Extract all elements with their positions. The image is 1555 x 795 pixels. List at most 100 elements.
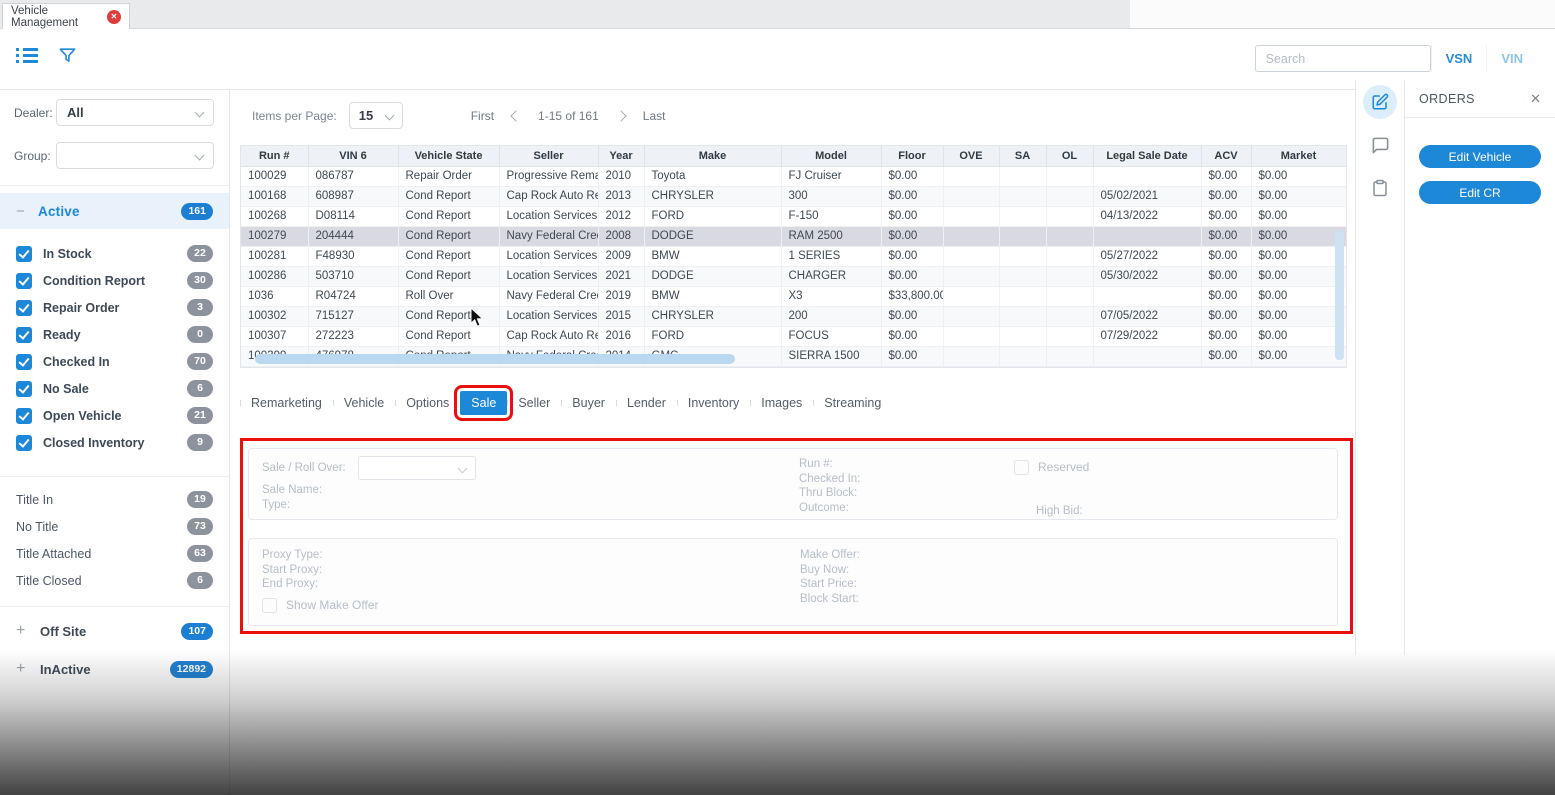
first-page-button[interactable]: First <box>471 109 494 123</box>
sidebar-filter-item[interactable]: Ready 0 <box>0 321 229 348</box>
sidebar-title-item[interactable]: Title In 19 <box>0 486 229 513</box>
horizontal-scrollbar[interactable] <box>255 354 735 364</box>
sidebar-title-item[interactable]: No Title 73 <box>0 513 229 540</box>
table-cell: $0.00 <box>881 226 943 246</box>
sidebar-filter-item[interactable]: Closed Inventory 9 <box>0 429 229 456</box>
show-make-offer-checkbox[interactable] <box>262 598 277 613</box>
table-cell: $0.00 <box>1201 346 1251 366</box>
detail-tab[interactable]: Remarketing <box>240 391 333 415</box>
detail-tab[interactable]: Images <box>750 391 813 415</box>
sidebar-filter-item[interactable]: Condition Report 30 <box>0 267 229 294</box>
checkbox[interactable] <box>16 435 32 451</box>
prev-page-icon[interactable] <box>510 110 521 121</box>
column-header[interactable]: OVE <box>943 146 999 166</box>
detail-tab[interactable]: Inventory <box>677 391 750 415</box>
checkbox[interactable] <box>16 381 32 397</box>
detail-tab[interactable]: Buyer <box>561 391 616 415</box>
table-row[interactable]: 1036R04724Roll OverNavy Federal Credi...… <box>241 286 1346 306</box>
reserved-checkbox[interactable] <box>1014 460 1029 475</box>
table-row[interactable]: 100286503710Cond ReportLocation Services… <box>241 266 1346 286</box>
block-start-label: Block Start: <box>800 592 860 607</box>
list-view-icon[interactable] <box>16 47 38 69</box>
checkbox[interactable] <box>16 354 32 370</box>
table-cell: 05/02/2021 <box>1093 186 1201 206</box>
column-header[interactable]: Year <box>598 146 644 166</box>
column-header[interactable]: Run # <box>241 146 308 166</box>
table-row[interactable]: 100307272223Cond ReportCap Rock Auto Re.… <box>241 326 1346 346</box>
detail-tab[interactable]: Streaming <box>813 391 892 415</box>
checkbox[interactable] <box>16 300 32 316</box>
checkbox[interactable] <box>16 408 32 424</box>
items-per-page-select[interactable]: 15 <box>349 102 403 129</box>
column-header[interactable]: SA <box>999 146 1046 166</box>
expand-plus-icon[interactable]: + <box>16 622 40 640</box>
vin-button[interactable]: VIN <box>1486 45 1537 72</box>
table-row[interactable]: 100268D08114Cond ReportLocation Services… <box>241 206 1346 226</box>
column-header[interactable]: Market <box>1251 146 1346 166</box>
vertical-scrollbar[interactable] <box>1335 230 1344 360</box>
close-icon[interactable]: ✕ <box>1530 91 1541 107</box>
table-row[interactable]: 100279204444Cond ReportNavy Federal Cred… <box>241 226 1346 246</box>
detail-tab[interactable]: Vehicle <box>333 391 395 415</box>
chevron-down-icon <box>195 151 205 161</box>
column-header[interactable]: Legal Sale Date <box>1093 146 1201 166</box>
sidebar-title-item[interactable]: Title Attached 63 <box>0 540 229 567</box>
table-row[interactable]: 100302715127Cond ReportLocation Services… <box>241 306 1346 326</box>
table-row[interactable]: 100029086787Repair OrderProgressive Rema… <box>241 166 1346 186</box>
edit-icon[interactable] <box>1363 85 1397 119</box>
next-page-icon[interactable] <box>615 110 626 121</box>
checkbox[interactable] <box>16 246 32 262</box>
filter-icon[interactable] <box>58 46 77 70</box>
detail-tab[interactable]: Sale <box>460 391 507 415</box>
sidebar-filter-item[interactable]: In Stock 22 <box>0 240 229 267</box>
column-header[interactable]: ACV <box>1201 146 1251 166</box>
outcome-label: Outcome: <box>799 501 860 516</box>
clipboard-icon[interactable] <box>1363 171 1397 205</box>
edit-cr-button[interactable]: Edit CR <box>1419 181 1541 204</box>
last-page-button[interactable]: Last <box>643 109 666 123</box>
sidebar-title-item[interactable]: Title Closed 6 <box>0 567 229 594</box>
search-input[interactable] <box>1255 45 1431 72</box>
sidebar-filter-item[interactable]: Checked In 70 <box>0 348 229 375</box>
column-header[interactable]: Make <box>644 146 781 166</box>
make-offer-label: Make Offer: <box>800 548 860 563</box>
app-tab[interactable]: Vehicle Management ✕ <box>2 3 130 29</box>
expand-plus-icon[interactable]: + <box>16 660 40 678</box>
sale-roll-over-select[interactable] <box>358 456 476 480</box>
sidebar-filter-item[interactable]: Repair Order 3 <box>0 294 229 321</box>
table-row[interactable]: 100281F48930Cond ReportLocation Services… <box>241 246 1346 266</box>
column-header[interactable]: Seller <box>499 146 598 166</box>
count-badge: 3 <box>187 299 213 316</box>
column-header[interactable]: Vehicle State <box>398 146 499 166</box>
end-proxy-label: End Proxy: <box>262 577 378 592</box>
table-cell: Cond Report <box>398 306 499 326</box>
column-header[interactable]: OL <box>1046 146 1093 166</box>
column-header[interactable]: Floor <box>881 146 943 166</box>
table-cell: $0.00 <box>1251 266 1346 286</box>
active-section-label: Active <box>38 204 80 219</box>
table-cell: DODGE <box>644 226 781 246</box>
sidebar-section-active[interactable]: − Active 161 <box>0 193 229 229</box>
dealer-select[interactable]: All <box>56 99 214 126</box>
sidebar-filter-item[interactable]: Open Vehicle 21 <box>0 402 229 429</box>
column-header[interactable]: VIN 6 <box>308 146 398 166</box>
group-select[interactable] <box>56 142 214 169</box>
comment-icon[interactable] <box>1363 128 1397 162</box>
table-row[interactable]: 100168608987Cond ReportCap Rock Auto Re.… <box>241 186 1346 206</box>
table-cell: 715127 <box>308 306 398 326</box>
table-cell <box>999 306 1046 326</box>
detail-tab[interactable]: Seller <box>507 391 561 415</box>
vsn-button[interactable]: VSN <box>1431 45 1487 72</box>
edit-vehicle-button[interactable]: Edit Vehicle <box>1419 145 1541 168</box>
checkbox[interactable] <box>16 273 32 289</box>
detail-tab[interactable]: Options <box>395 391 460 415</box>
chevron-down-icon <box>384 111 394 121</box>
tab-close-icon[interactable]: ✕ <box>107 10 121 24</box>
collapse-minus-icon[interactable]: − <box>16 203 38 220</box>
sidebar-section-offsite[interactable]: + Off Site 107 <box>0 614 229 648</box>
sidebar-filter-item[interactable]: No Sale 6 <box>0 375 229 402</box>
sidebar-section-inactive[interactable]: + InActive 12892 <box>0 652 229 686</box>
column-header[interactable]: Model <box>781 146 881 166</box>
checkbox[interactable] <box>16 327 32 343</box>
detail-tab[interactable]: Lender <box>616 391 677 415</box>
